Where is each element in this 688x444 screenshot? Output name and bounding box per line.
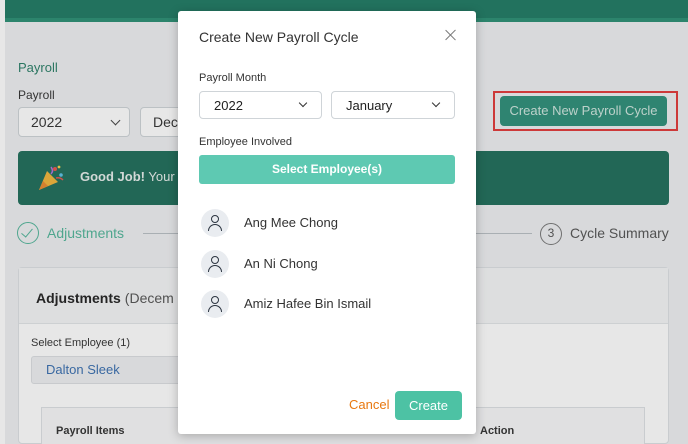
employee-name: Amiz Hafee Bin Ismail [244, 296, 372, 311]
close-icon[interactable] [444, 28, 458, 42]
employee-name: An Ni Chong [244, 256, 318, 271]
user-icon [201, 250, 229, 278]
dialog-month-select[interactable]: January [331, 91, 455, 119]
create-button[interactable]: Create [395, 391, 462, 420]
dialog-month-value: January [346, 98, 393, 113]
user-icon [201, 209, 229, 237]
employee-involved-label: Employee Involved [199, 136, 292, 148]
user-icon [201, 290, 229, 318]
dialog-year-select[interactable]: 2022 [199, 91, 322, 119]
chevron-down-icon [431, 98, 441, 108]
select-employees-button[interactable]: Select Employee(s) [199, 155, 455, 184]
cancel-button[interactable]: Cancel [349, 397, 389, 412]
employee-name: Ang Mee Chong [244, 215, 338, 230]
chevron-down-icon [298, 98, 308, 108]
dialog-year-value: 2022 [214, 98, 243, 113]
dialog-title: Create New Payroll Cycle [199, 29, 359, 45]
create-payroll-cycle-dialog: Create New Payroll Cycle Payroll Month 2… [178, 11, 476, 434]
payroll-month-label: Payroll Month [199, 72, 267, 84]
